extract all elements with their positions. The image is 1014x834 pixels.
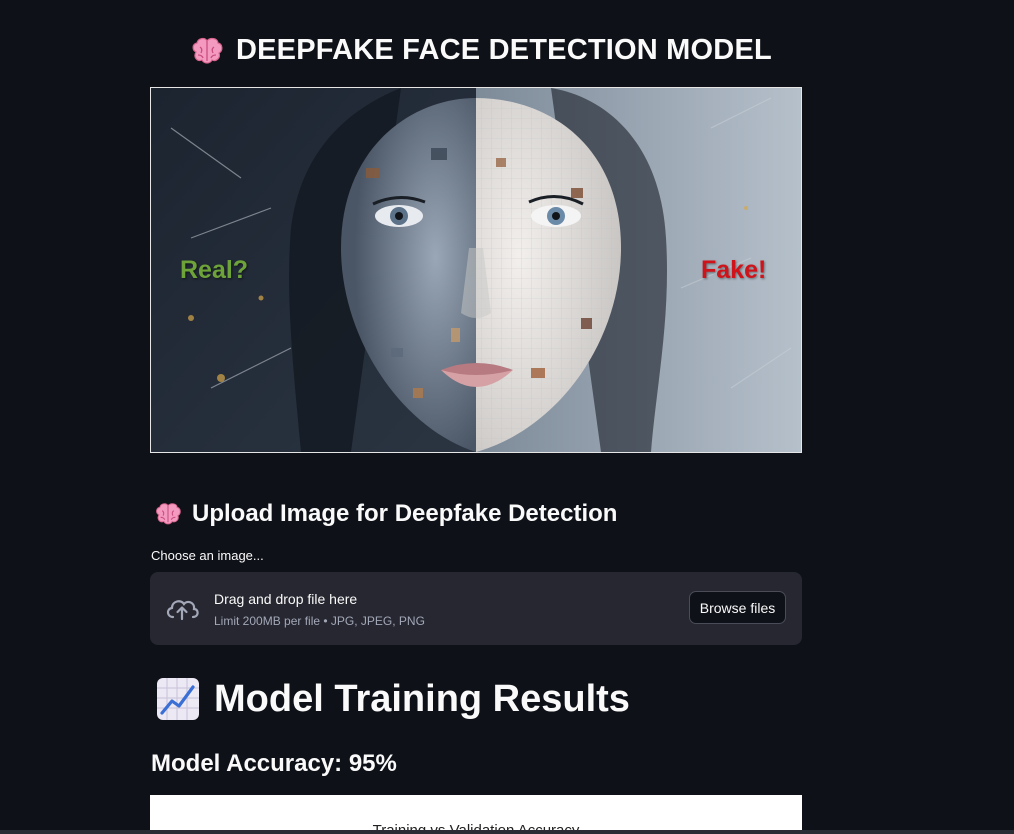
- model-accuracy: Model Accuracy: 95%: [151, 750, 397, 777]
- app-page: DEEPFAKE FACE DETECTION MODEL Real? Fake…: [0, 0, 1014, 834]
- dropzone-limit: Limit 200MB per file • JPG, JPEG, PNG: [214, 614, 425, 628]
- brain-icon: [190, 36, 224, 66]
- hero-image: Real? Fake!: [150, 87, 802, 453]
- brain-icon: [154, 501, 182, 527]
- file-uploader-label: Choose an image...: [151, 548, 264, 563]
- fake-label: Fake!: [701, 256, 767, 284]
- cloud-upload-icon: [164, 594, 200, 622]
- results-heading: Model Training Results: [156, 677, 630, 721]
- page-title-text: DEEPFAKE FACE DETECTION MODEL: [236, 34, 772, 66]
- chart-increasing-icon: [156, 677, 200, 721]
- horizontal-scrollbar[interactable]: [0, 830, 1014, 834]
- upload-heading-text: Upload Image for Deepfake Detection: [192, 500, 618, 527]
- page-title: DEEPFAKE FACE DETECTION MODEL: [190, 34, 772, 67]
- real-label: Real?: [180, 256, 249, 284]
- browse-files-button[interactable]: Browse files: [689, 591, 786, 624]
- upload-heading: Upload Image for Deepfake Detection: [154, 500, 617, 528]
- dropzone-instructions: Drag and drop file here: [214, 591, 358, 607]
- accuracy-chart: Training vs Validation Accuracy: [150, 795, 802, 834]
- results-heading-text: Model Training Results: [214, 677, 630, 720]
- file-dropzone[interactable]: Drag and drop file here Limit 200MB per …: [150, 572, 802, 645]
